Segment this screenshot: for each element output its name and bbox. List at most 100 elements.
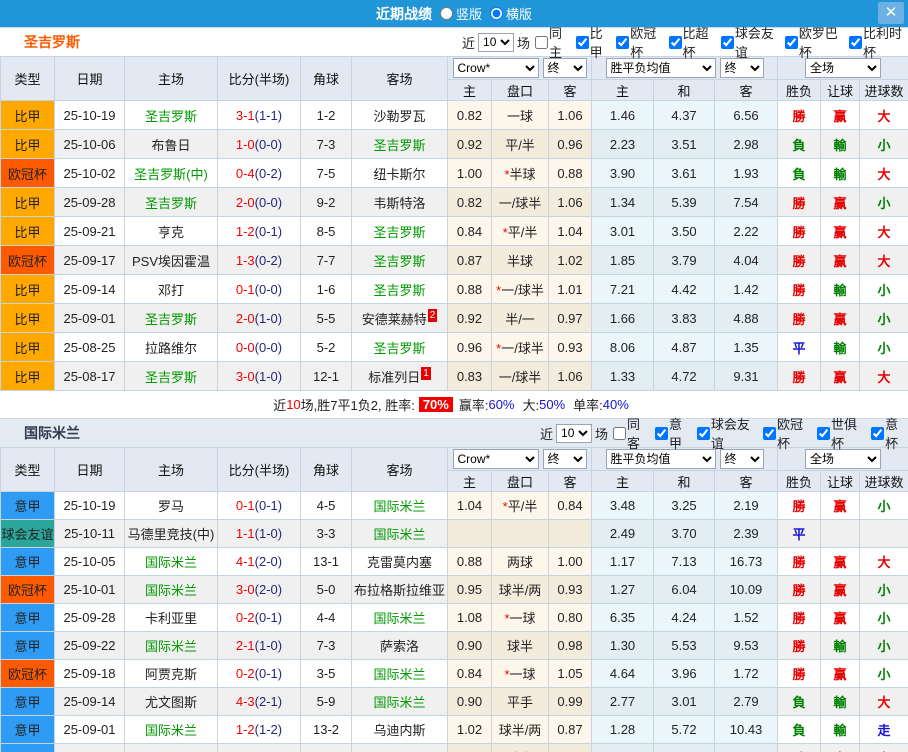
league-filter-checkbox[interactable]	[616, 35, 630, 49]
horizontal-layout-radio[interactable]	[490, 7, 503, 20]
same-venue-option[interactable]: 同客	[608, 414, 650, 452]
league-filter-checkbox[interactable]	[654, 426, 668, 440]
result-wdl: 負	[777, 129, 822, 159]
league-badge: 欧冠杯	[0, 575, 55, 604]
handicap-value: 球半/两	[491, 575, 549, 604]
result-handicap: 輸	[820, 631, 861, 660]
league-filter-option[interactable]: 世俱杯	[812, 414, 866, 452]
handicap-value: 平/半	[491, 129, 549, 159]
away-team-cell: 萨索洛	[351, 631, 448, 660]
odds-away-value: 1.06	[547, 187, 593, 217]
same-venue-checkbox[interactable]	[535, 35, 549, 49]
score-cell: 3-1(1-1)	[217, 100, 301, 130]
same-venue-option[interactable]: 同主	[530, 23, 571, 61]
bookmaker-select[interactable]: Crow*	[452, 449, 539, 469]
league-filter-option[interactable]: 比利时杯	[844, 23, 908, 61]
mean-draw-value: 3.51	[653, 129, 716, 159]
mean-away-value: 1.35	[714, 332, 779, 362]
corner-count: 9-2	[300, 187, 352, 217]
bookmaker-select[interactable]: Crow*	[452, 58, 539, 78]
league-filter-checkbox[interactable]	[696, 426, 710, 440]
odds-home-value: 0.84	[447, 659, 492, 688]
fulltime-select[interactable]: 全场	[805, 449, 882, 469]
page-title: 近期战绩	[375, 5, 432, 22]
home-team-cell: PSV埃因霍温	[124, 245, 218, 275]
league-filter-option[interactable]: 球会友谊	[692, 414, 758, 452]
mean-away-value: 7.54	[714, 187, 779, 217]
score-cell: 0-2(0-1)	[217, 659, 301, 688]
match-date: 25-10-06	[54, 129, 125, 159]
recent-count-select[interactable]: 10	[556, 423, 593, 443]
match-table: 类型 日期 主场 比分(半场) 角球 客场 Crow* 终胜平负均值终全场主盘口客主和客胜负让…	[0, 447, 908, 752]
league-filter-checkbox[interactable]	[784, 35, 798, 49]
halftime-score: (1-0)	[254, 368, 283, 384]
league-filter-option[interactable]: 欧冠杯	[758, 414, 812, 452]
league-filter-checkbox[interactable]	[871, 426, 885, 440]
mean-select[interactable]: 胜平负均值	[605, 58, 716, 78]
home-team-name: 国际米兰	[144, 723, 197, 738]
result-goals: 大	[859, 687, 908, 716]
mean-select[interactable]: 胜平负均值	[605, 449, 716, 469]
match-date: 25-09-21	[54, 216, 125, 246]
mean-final-select[interactable]: 终	[719, 58, 764, 78]
fulltime-score: 0-1	[235, 281, 255, 297]
league-filter-checkbox[interactable]	[668, 35, 682, 49]
mean-away-value: 2.79	[714, 687, 779, 716]
layout-vertical-option[interactable]: 竖版	[432, 4, 482, 23]
league-filter-option[interactable]: 欧冠杯	[611, 23, 663, 61]
league-filter-label: 球会友谊	[734, 26, 774, 60]
mean-away-value: 9.31	[714, 361, 779, 391]
mean-final-select[interactable]: 终	[719, 449, 764, 469]
mean-home-value: 2.23	[591, 129, 655, 159]
league-filter-option[interactable]: 球会友谊	[716, 23, 780, 61]
handicap-text: 球半/两	[498, 583, 542, 598]
league-filter-checkbox[interactable]	[848, 35, 862, 49]
same-venue-label: 同主	[549, 26, 563, 60]
close-button[interactable]: ✕	[878, 2, 904, 24]
league-filter-checkbox[interactable]	[763, 426, 777, 440]
league-filter-option[interactable]: 意杯	[866, 414, 908, 452]
league-filter-option[interactable]: 欧罗巴杯	[780, 23, 844, 61]
league-filter-option[interactable]: 意甲	[650, 414, 692, 452]
handicap-header: 盘口	[491, 470, 549, 492]
mean-home-value: 1.33	[591, 361, 655, 391]
away-team-name: 国际米兰	[373, 611, 426, 626]
league-filter-option[interactable]: 比甲	[571, 23, 612, 61]
away-team-name: 圣吉罗斯	[373, 137, 426, 153]
home-team-cell: 国际米兰	[124, 575, 218, 604]
odds-home-value: 0.82	[447, 187, 492, 217]
corner-count: 1-6	[300, 274, 352, 304]
mean-home-value: 1.66	[591, 303, 655, 333]
odds-away-value: 0.98	[547, 631, 593, 660]
vertical-layout-radio[interactable]	[439, 7, 453, 20]
fulltime-select[interactable]: 全场	[805, 58, 882, 78]
league-filter-checkbox[interactable]	[575, 35, 589, 49]
fulltime-score: 2-1	[235, 638, 255, 653]
score-cell: 0-0(0-0)	[217, 332, 301, 362]
mean-home-header: 主	[591, 470, 655, 492]
home-team-name: 圣吉罗斯	[144, 195, 197, 211]
handicap-value: *一/球半	[491, 274, 549, 304]
final-odds-select[interactable]: 终	[542, 58, 587, 78]
fulltime-score: 2-0	[235, 194, 255, 210]
home-team-name: 圣吉罗斯	[144, 108, 197, 124]
result-handicap: 赢	[820, 100, 861, 130]
league-badge: 比甲	[0, 361, 55, 391]
mean-draw-value: 4.42	[653, 274, 716, 304]
recent-count-select[interactable]: 10	[478, 32, 515, 52]
result-handicap: 赢	[820, 575, 861, 604]
league-filter-checkbox[interactable]	[720, 35, 734, 49]
result-goals: 小	[859, 129, 908, 159]
final-odds-select[interactable]: 终	[542, 449, 587, 469]
league-filter-label: 意甲	[668, 417, 682, 451]
handicap-text: 一/球半	[498, 195, 542, 211]
layout-horizontal-option[interactable]: 横版	[482, 4, 532, 23]
league-filter-option[interactable]: 比超杯	[664, 23, 716, 61]
league-filter-checkbox[interactable]	[817, 426, 831, 440]
same-venue-checkbox[interactable]	[613, 426, 627, 440]
halftime-score: (0-0)	[254, 281, 283, 297]
mean-draw-value: 5.05	[653, 743, 716, 752]
mean-draw-value: 3.79	[653, 245, 716, 275]
halftime-score: (0-2)	[254, 252, 283, 268]
mean-home-value: 1.36	[591, 743, 655, 752]
